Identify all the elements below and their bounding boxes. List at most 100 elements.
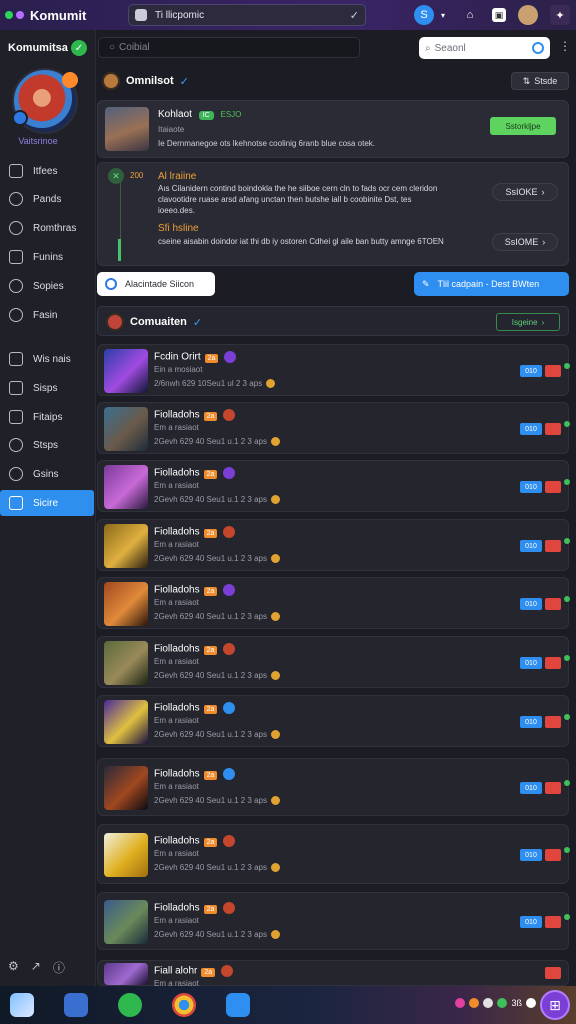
chrome-icon[interactable]: [172, 993, 196, 1017]
row-join-button[interactable]: 010: [520, 423, 542, 435]
post-action-button[interactable]: Sstorkljpe: [490, 117, 556, 135]
filter-toggle-icon[interactable]: [532, 42, 544, 54]
search-input[interactable]: ○ Coibial: [98, 37, 360, 58]
chevron-down-icon[interactable]: ▾: [438, 5, 448, 25]
community-row[interactable]: Fiolladohs 2a Em a rasiaot 2Gevh 629 40 Seu…: [97, 577, 570, 629]
community-row[interactable]: Fiolladohs 2a Em a rasiaot 2Gevh 629 40 Seu…: [97, 460, 570, 512]
row-join-button[interactable]: 010: [520, 916, 542, 928]
row-meta: 2Gevh 629 40 Seu1 u.1 2 3 aps: [154, 796, 280, 806]
sidebar-item-label: Wis nais: [33, 353, 71, 365]
trend-icon[interactable]: ↗: [31, 959, 41, 976]
row-meta: 2Gevh 629 40 Seu1 u.1 2 3 aps: [154, 730, 280, 740]
online-status-icon: [564, 914, 570, 920]
purple-dot-icon[interactable]: [16, 11, 24, 19]
row-remove-button[interactable]: [545, 782, 561, 794]
tray-app-icon[interactable]: [497, 998, 508, 1008]
sidebar-item-stsps[interactable]: Stsps: [0, 432, 96, 458]
community-row[interactable]: Fiolladohs 2a Em a rasiaot 2Gevh 629 40 Seu…: [97, 695, 570, 747]
row-join-button[interactable]: 010: [520, 657, 542, 669]
sidebar-item-label: Funins: [33, 251, 64, 263]
row-remove-button[interactable]: [545, 481, 561, 493]
sidebar-item-romthras[interactable]: Romthras: [0, 215, 96, 241]
tray-app-icon[interactable]: [455, 998, 466, 1008]
row-join-button[interactable]: 010: [520, 481, 542, 493]
community-action-button[interactable]: Isgeine ›: [496, 313, 560, 331]
row-meta-text: 2Gevh 629 40 Seu1 u.1 2 3 aps: [154, 671, 267, 680]
start-menu-button[interactable]: ⊞: [540, 990, 570, 1020]
row-join-button[interactable]: 010: [520, 849, 542, 861]
class-icon: [221, 965, 234, 977]
row-join-button[interactable]: 010: [520, 782, 542, 794]
sidebar-item-fitaips[interactable]: Fitaips: [0, 404, 96, 430]
checkmark-icon[interactable]: ✓: [350, 9, 359, 22]
row-remove-button[interactable]: [545, 849, 561, 861]
profile-avatar[interactable]: [518, 5, 538, 25]
home-icon[interactable]: ⌂: [460, 5, 480, 25]
user-avatar[interactable]: [12, 68, 78, 134]
info-icon[interactable]: ⓘ: [53, 959, 65, 976]
news-action-button[interactable]: SsIOME ›: [492, 233, 558, 251]
row-meta: 2Gevh 629 40 Seu1 u.1 2 3 aps: [154, 495, 280, 505]
settings-icon[interactable]: ⚙: [8, 959, 19, 976]
bookmark-icon[interactable]: ▣: [492, 8, 506, 22]
filter-chip-label: Alacintade Siicon: [125, 279, 195, 289]
row-remove-button[interactable]: [545, 967, 561, 979]
row-remove-button[interactable]: [545, 716, 561, 728]
sidebar-item-sopies[interactable]: Sopies: [0, 273, 96, 299]
row-join-button[interactable]: 010: [520, 365, 542, 377]
chat-icon[interactable]: [118, 993, 142, 1017]
sidebar-item-wis-nais[interactable]: Wis nais: [0, 346, 96, 372]
news-action-button[interactable]: SsIOKE ›: [492, 183, 558, 201]
row-remove-button[interactable]: [545, 365, 561, 377]
online-status-icon: [564, 538, 570, 544]
row-join-button[interactable]: 010: [520, 716, 542, 728]
search-field-placeholder: Seaonl: [434, 42, 466, 54]
online-status-icon: [564, 847, 570, 853]
sidebar-item-funins[interactable]: Funins: [0, 244, 96, 270]
row-join-button[interactable]: 010: [520, 540, 542, 552]
filter-chip[interactable]: Alacintade Siicon: [97, 272, 215, 296]
community-row[interactable]: Fiolladohs 2a Em a rasiaot 2Gevh 629 40 Seu…: [97, 519, 570, 571]
row-remove-button[interactable]: [545, 598, 561, 610]
extensions-icon[interactable]: ✦: [550, 5, 570, 25]
address-bar[interactable]: Ti llicpomic ✓: [128, 4, 366, 26]
search-icon: [9, 308, 23, 322]
row-remove-button[interactable]: [545, 657, 561, 669]
filter-icon: ⇅: [522, 75, 531, 86]
tray-app-icon[interactable]: [526, 998, 536, 1008]
row-remove-button[interactable]: [545, 423, 561, 435]
sidebar-item-sisps[interactable]: Sisps: [0, 375, 96, 401]
files-icon[interactable]: [64, 993, 88, 1017]
level-badge: 2a: [203, 904, 218, 914]
primary-action-button[interactable]: ✎ Tlil cadpain - Dest BWten: [414, 272, 569, 296]
tray-app-icon[interactable]: [483, 998, 494, 1008]
windows-icon[interactable]: [10, 993, 34, 1017]
header-action-button[interactable]: ⇅ Stsde: [511, 72, 569, 90]
sidebar-item-pands[interactable]: Pands: [0, 186, 96, 212]
gear-icon: [9, 192, 23, 206]
class-icon: [224, 351, 237, 363]
community-row[interactable]: Fiall alohr 2a Em a rasiaot: [97, 960, 569, 988]
community-row[interactable]: Fiolladohs 2a Em a rasiaot 2Gevh 629 40 Seu…: [97, 636, 570, 688]
sidebar-item-sicire[interactable]: Sicire: [0, 490, 94, 516]
community-row[interactable]: Fiolladohs 2a Em a rasiaot 2Gevh 629 40 Seu…: [97, 824, 570, 884]
sidebar-item-gsins[interactable]: Gsins: [0, 461, 96, 487]
featured-post[interactable]: Kohlaot IC ESJO Itaiaote Ie Dernmanegoe …: [97, 100, 569, 158]
star-icon: [9, 467, 23, 481]
community-row[interactable]: Fiolladohs 2a Em a rasiaot 2Gevh 629 40 Seu…: [97, 758, 570, 816]
row-join-button[interactable]: 010: [520, 598, 542, 610]
row-remove-button[interactable]: [545, 540, 561, 552]
sidebar-item-itfees[interactable]: Itfees: [0, 158, 96, 184]
more-options-icon[interactable]: ⋮: [559, 39, 571, 53]
community-row[interactable]: Fcdin Orirt 2a Ein a mosiaot 2/6nwh 629 10S…: [97, 344, 570, 396]
row-remove-button[interactable]: [545, 916, 561, 928]
sidebar-item-fasin[interactable]: Fasin: [0, 302, 96, 328]
tray-app-icon[interactable]: [469, 998, 480, 1008]
community-row[interactable]: Fiolladohs 2a Em a rasiaot 2Gevh 629 40 Seu…: [97, 892, 570, 950]
search-field[interactable]: ⌕ Seaonl: [419, 37, 550, 59]
community-row[interactable]: Fiolladohs 2a Em a rasiaot 2Gevh 629 40 Seu…: [97, 402, 570, 454]
store-icon[interactable]: [226, 993, 250, 1017]
close-icon[interactable]: ✕: [108, 168, 124, 184]
sync-icon[interactable]: S: [414, 5, 434, 25]
green-dot-icon[interactable]: [5, 11, 13, 19]
